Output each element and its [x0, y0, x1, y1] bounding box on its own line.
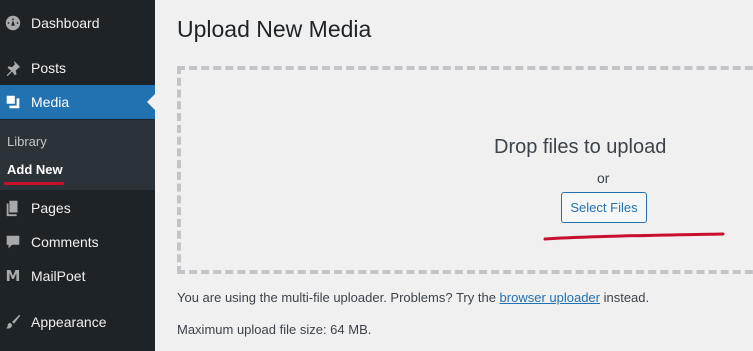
sidebar-item-label: Dashboard — [31, 15, 100, 31]
sidebar-item-label: Appearance — [31, 314, 107, 330]
sidebar-item-dashboard[interactable]: Dashboard — [0, 6, 155, 40]
submenu-item-library[interactable]: Library — [7, 134, 47, 149]
sidebar-item-label: Comments — [31, 234, 99, 250]
sidebar-item-label: Pages — [31, 200, 71, 216]
paintbrush-icon — [3, 312, 23, 332]
drop-instructions: Drop files to upload — [494, 136, 667, 158]
browser-uploader-link[interactable]: browser uploader — [500, 290, 600, 305]
mailpoet-icon: M — [5, 267, 21, 285]
or-separator: or — [597, 170, 610, 186]
max-upload-size: Maximum upload file size: 64 MB. — [177, 322, 372, 337]
annotation-underline — [4, 182, 64, 185]
annotation-underline — [543, 232, 725, 241]
sidebar-item-label: Media — [31, 94, 70, 110]
dashboard-icon — [3, 13, 23, 33]
uploader-info-prefix: You are using the multi-file uploader. P… — [177, 290, 500, 305]
pages-icon — [3, 198, 23, 218]
submenu-item-add-new[interactable]: Add New — [7, 162, 63, 177]
admin-sidebar: Dashboard Posts Media Library Add New Pa… — [0, 0, 155, 351]
uploader-info: You are using the multi-file uploader. P… — [177, 290, 649, 305]
pushpin-icon — [3, 58, 23, 78]
active-indicator — [147, 94, 155, 110]
sidebar-item-media[interactable]: Media — [0, 85, 155, 119]
sidebar-item-pages[interactable]: Pages — [0, 191, 155, 225]
select-files-button[interactable]: Select Files — [561, 192, 647, 223]
media-icon — [3, 92, 23, 112]
comment-icon — [3, 232, 23, 252]
media-submenu: Library Add New — [0, 120, 155, 190]
uploader-info-suffix: instead. — [599, 290, 650, 305]
sidebar-item-label: Posts — [31, 60, 67, 76]
sidebar-item-label: MailPoet — [31, 268, 86, 284]
sidebar-item-comments[interactable]: Comments — [0, 225, 155, 259]
main-content: Upload New Media Drop files to upload or… — [155, 0, 753, 351]
sidebar-item-appearance[interactable]: Appearance — [0, 305, 155, 339]
page-title: Upload New Media — [177, 16, 372, 42]
sidebar-item-mailpoet[interactable]: M MailPoet — [0, 259, 155, 293]
sidebar-item-posts[interactable]: Posts — [0, 51, 155, 85]
